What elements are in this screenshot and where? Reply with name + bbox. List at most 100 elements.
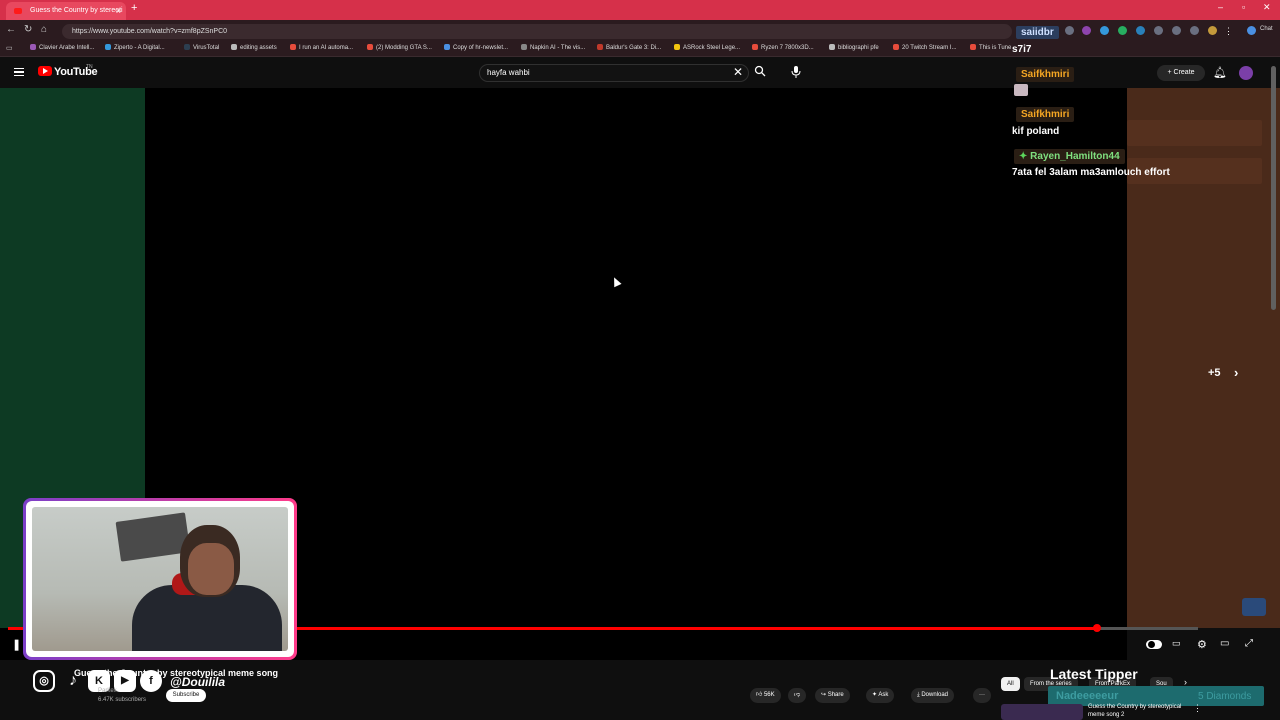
bookmark-favicon-icon [893,44,899,50]
bookmark-favicon-icon [674,44,680,50]
browser-tab[interactable]: Guess the Country by stereoti × [6,2,126,20]
search-input[interactable]: hayfa wahbi [479,64,749,82]
extension-icon[interactable] [1082,26,1091,35]
menu-dots-icon[interactable]: ⋮ [1224,26,1233,37]
chip-all[interactable]: All [1001,677,1020,691]
download-button[interactable]: ⤓ Download [911,688,955,703]
maximize-icon[interactable]: ▫ [1242,2,1245,12]
bookmark-favicon-icon [290,44,296,50]
folder-icon [829,44,835,50]
browser-tabbar [0,0,1280,20]
recommended-more-icon[interactable]: ⋮ [1193,703,1202,714]
chat-username: saiidbr [1016,26,1059,39]
share-icon: ↪ [821,692,828,698]
extension-icon[interactable] [1172,26,1181,35]
bookmark-item[interactable]: bibliographi pfe [829,44,879,51]
chat-message: kif poland [1012,126,1060,137]
webcam-overlay [23,498,297,660]
star-icon[interactable] [1190,26,1199,35]
extension-icon[interactable] [1136,26,1145,35]
facebook-icon: f [140,670,162,692]
autoplay-toggle[interactable] [1146,640,1162,649]
notifications-bell-icon[interactable]: 🔔︎ [1213,66,1227,79]
minimize-icon[interactable]: – [1218,2,1223,12]
url-input[interactable]: https://www.youtube.com/watch?v=zmf8pZSn… [62,24,1012,39]
search-icon[interactable] [754,65,766,80]
new-tab-button[interactable]: + [131,2,137,14]
create-button[interactable]: + Create [1157,65,1205,81]
instagram-icon: ◎ [33,670,55,692]
profile-avatar[interactable] [1208,26,1217,35]
page-scrollbar[interactable] [1271,66,1276,310]
bookmark-favicon-icon [367,44,373,50]
bookmark-item[interactable]: (2) Modding GTA S... [367,44,432,51]
bookmark-favicon-icon [752,44,758,50]
sidebar-toggle-icon[interactable]: ▭ [6,44,13,52]
recommended-thumbnail[interactable] [1001,704,1083,720]
chat-message: s7i7 [1012,44,1032,55]
extension-icon[interactable] [1118,26,1127,35]
share-button[interactable]: ↪ Share [815,688,850,703]
chat-message: 7ata fel 3alam ma3amlouch effort [1012,167,1170,178]
chat-emote-icon [1014,84,1028,96]
ask-button[interactable]: ✦ Ask [866,688,895,703]
account-avatar[interactable] [1239,66,1253,80]
extension-icon[interactable] [1065,26,1074,35]
settings-gear-icon[interactable]: ⚙ [1197,638,1207,651]
hamburger-menu-icon[interactable] [14,68,24,76]
tipper-name: Nadeeeeeur [1056,690,1119,702]
latest-tipper-title: Latest Tipper [1050,666,1138,682]
recommended-title[interactable]: Guess the Country by stereotypical meme … [1088,703,1188,719]
dislike-button[interactable]: 👎︎ [788,688,807,703]
youtube-favicon-icon [14,8,22,14]
bookmark-favicon-icon [105,44,111,50]
bookmark-item[interactable]: editing assets [231,44,277,51]
tab-title: Guess the Country by stereoti [30,7,123,14]
bookmark-item[interactable]: This is Tune [970,44,1011,51]
extension-icon[interactable] [1100,26,1109,35]
back-icon[interactable]: ← [6,24,16,35]
bookmark-item[interactable]: VirusTotal [184,44,219,51]
more-actions-button[interactable]: ··· [973,688,991,703]
next-arrow-icon[interactable]: › [1234,365,1238,380]
bookmark-item[interactable]: Ziperto - A Digital... [105,44,165,51]
chat-ai-icon[interactable] [1247,26,1256,35]
chat-row-bg [1127,120,1262,146]
chat-username: ✦ Rayen_Hamilton44 [1014,149,1125,164]
subscribe-button[interactable]: Subscribe [166,689,206,702]
bookmark-favicon-icon [597,44,603,50]
bookmark-item[interactable]: Copy of hr-newslet... [444,44,508,51]
clear-search-icon[interactable]: ✕ [733,65,743,79]
bookmark-item[interactable]: ASRock Steel Lege... [674,44,740,51]
bookmark-item[interactable]: I run an AI automa... [290,44,353,51]
bookmark-item[interactable]: Ryzen 7 7800x3D... [752,44,814,51]
overlay-logo [1242,598,1266,616]
webcam-border [26,501,294,657]
bookmark-item[interactable]: Baldur's Gate 3: Di... [597,44,661,51]
tipper-amount: 5 Diamonds [1198,691,1252,702]
chat-button[interactable]: Chat [1260,26,1273,32]
captions-icon[interactable]: ▭ [1172,638,1181,649]
progress-scrubber[interactable] [1093,624,1101,632]
fullscreen-icon[interactable]: ⤢ [1245,638,1253,649]
thumbs-down-icon: 👎︎ [794,692,801,698]
close-window-icon[interactable]: ✕ [1263,2,1271,13]
reload-icon[interactable]: ↻ [24,24,32,35]
like-button[interactable]: 👍︎ 56K [750,688,781,703]
tab-close-icon[interactable]: × [116,2,121,20]
microphone-icon[interactable] [789,64,803,80]
home-icon[interactable]: ⌂ [41,24,47,35]
plus-count[interactable]: +5 [1208,367,1221,379]
theater-mode-icon[interactable]: ▭ [1220,638,1229,649]
subscriber-count: 6.47K subscribers [98,697,147,703]
folder-icon [231,44,237,50]
webcam-feed [32,507,288,651]
youtube-logo-icon[interactable] [38,66,52,76]
bookmark-item[interactable]: Napkin AI - The vis... [521,44,585,51]
bookmark-item[interactable]: 20 Twitch Stream I... [893,44,957,51]
channel-name[interactable]: Parkex [98,688,117,694]
bookmark-item[interactable]: Clavier Arabe Intell... [30,44,94,51]
bookmark-favicon-icon [444,44,450,50]
chat-username: Saifkhmiri [1016,67,1075,82]
puzzle-icon[interactable] [1154,26,1163,35]
